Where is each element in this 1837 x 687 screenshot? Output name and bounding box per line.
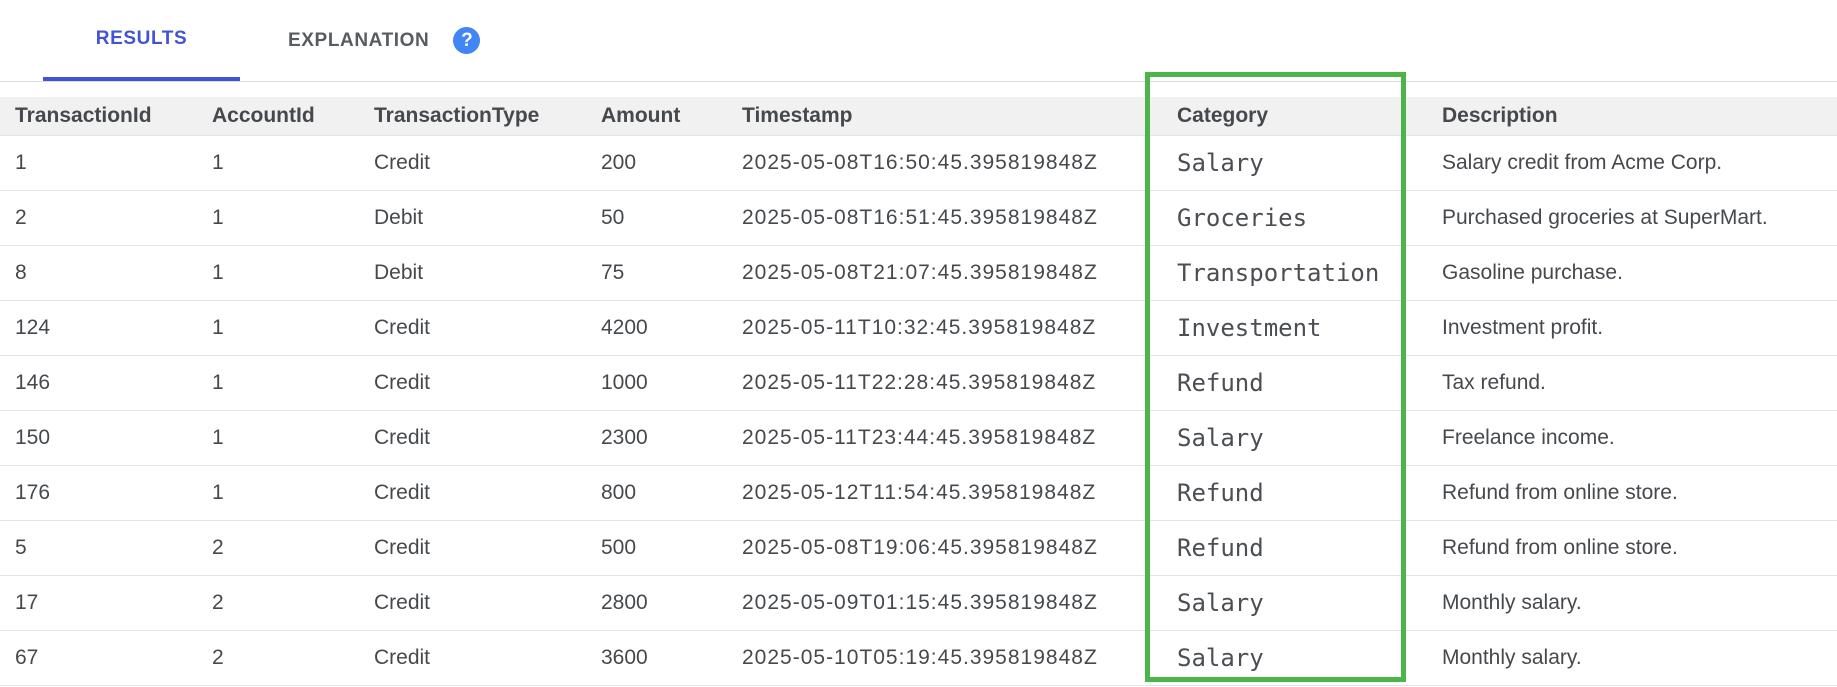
cell-transactionId: 124 <box>0 316 198 340</box>
cell-description: Salary credit from Acme Corp. <box>1405 151 1837 175</box>
cell-transactionId: 2 <box>0 206 198 230</box>
table-body: 11Credit2002025-05-08T16:50:45.395819848… <box>0 136 1837 686</box>
cell-transactionType: Credit <box>360 481 588 505</box>
cell-transactionId: 176 <box>0 481 198 505</box>
cell-description: Investment profit. <box>1405 316 1837 340</box>
tab-bar: RESULTS EXPLANATION ? <box>0 0 1837 82</box>
column-header-description: Description <box>1405 104 1837 128</box>
cell-amount: 75 <box>588 261 728 285</box>
column-header-amount: Amount <box>588 104 728 128</box>
cell-category: Investment <box>1145 314 1405 342</box>
cell-transactionType: Credit <box>360 151 588 175</box>
cell-transactionType: Credit <box>360 591 588 615</box>
cell-accountId: 2 <box>198 536 360 560</box>
cell-category: Salary <box>1145 149 1405 177</box>
cell-transactionId: 67 <box>0 646 198 670</box>
cell-amount: 200 <box>588 151 728 175</box>
cell-amount: 1000 <box>588 371 728 395</box>
cell-accountId: 1 <box>198 261 360 285</box>
cell-transactionId: 1 <box>0 151 198 175</box>
cell-category: Groceries <box>1145 204 1405 232</box>
table-row: 52Credit5002025-05-08T19:06:45.395819848… <box>0 521 1837 576</box>
column-header-timestamp: Timestamp <box>728 104 1145 128</box>
column-header-category: Category <box>1145 104 1405 128</box>
cell-transactionId: 146 <box>0 371 198 395</box>
cell-transactionType: Credit <box>360 536 588 560</box>
table-row: 21Debit502025-05-08T16:51:45.395819848ZG… <box>0 191 1837 246</box>
cell-transactionId: 5 <box>0 536 198 560</box>
table-header-row: TransactionIdAccountIdTransactionTypeAmo… <box>0 97 1837 136</box>
cell-transactionType: Debit <box>360 261 588 285</box>
cell-accountId: 1 <box>198 371 360 395</box>
cell-accountId: 1 <box>198 481 360 505</box>
cell-timestamp: 2025-05-10T05:19:45.395819848Z <box>728 646 1145 670</box>
cell-accountId: 1 <box>198 206 360 230</box>
table-row: 11Credit2002025-05-08T16:50:45.395819848… <box>0 136 1837 191</box>
cell-description: Freelance income. <box>1405 426 1837 450</box>
table-row: 1501Credit23002025-05-11T23:44:45.395819… <box>0 411 1837 466</box>
table-row: 172Credit28002025-05-09T01:15:45.3958198… <box>0 576 1837 631</box>
cell-category: Transportation <box>1145 259 1405 287</box>
cell-transactionType: Credit <box>360 371 588 395</box>
tab-explanation[interactable]: EXPLANATION ? <box>288 0 480 81</box>
cell-amount: 4200 <box>588 316 728 340</box>
cell-transactionType: Credit <box>360 646 588 670</box>
results-table: TransactionIdAccountIdTransactionTypeAmo… <box>0 97 1837 686</box>
cell-accountId: 2 <box>198 646 360 670</box>
cell-timestamp: 2025-05-08T19:06:45.395819848Z <box>728 536 1145 560</box>
cell-accountId: 1 <box>198 316 360 340</box>
cell-description: Refund from online store. <box>1405 536 1837 560</box>
cell-transactionId: 8 <box>0 261 198 285</box>
cell-description: Purchased groceries at SuperMart. <box>1405 206 1837 230</box>
tabbar-table-spacer <box>0 82 1837 97</box>
cell-description: Monthly salary. <box>1405 591 1837 615</box>
cell-description: Refund from online store. <box>1405 481 1837 505</box>
cell-timestamp: 2025-05-11T23:44:45.395819848Z <box>728 426 1145 450</box>
cell-category: Salary <box>1145 644 1405 672</box>
cell-category: Refund <box>1145 534 1405 562</box>
table-row: 1761Credit8002025-05-12T11:54:45.3958198… <box>0 466 1837 521</box>
cell-amount: 2800 <box>588 591 728 615</box>
query-results-panel: RESULTS EXPLANATION ? TransactionIdAccou… <box>0 0 1837 687</box>
tab-results[interactable]: RESULTS <box>43 0 240 81</box>
cell-accountId: 2 <box>198 591 360 615</box>
cell-description: Gasoline purchase. <box>1405 261 1837 285</box>
column-header-transactiontype: TransactionType <box>360 104 588 128</box>
cell-amount: 800 <box>588 481 728 505</box>
cell-timestamp: 2025-05-08T21:07:45.395819848Z <box>728 261 1145 285</box>
cell-timestamp: 2025-05-08T16:50:45.395819848Z <box>728 151 1145 175</box>
cell-category: Refund <box>1145 369 1405 397</box>
column-header-accountid: AccountId <box>198 104 360 128</box>
cell-amount: 2300 <box>588 426 728 450</box>
cell-accountId: 1 <box>198 426 360 450</box>
cell-timestamp: 2025-05-12T11:54:45.395819848Z <box>728 481 1145 505</box>
cell-timestamp: 2025-05-11T22:28:45.395819848Z <box>728 371 1145 395</box>
cell-transactionType: Debit <box>360 206 588 230</box>
cell-category: Salary <box>1145 589 1405 617</box>
cell-transactionType: Credit <box>360 316 588 340</box>
cell-category: Salary <box>1145 424 1405 452</box>
table-row: 81Debit752025-05-08T21:07:45.395819848ZT… <box>0 246 1837 301</box>
column-header-transactionid: TransactionId <box>0 104 198 128</box>
cell-description: Tax refund. <box>1405 371 1837 395</box>
cell-description: Monthly salary. <box>1405 646 1837 670</box>
help-icon[interactable]: ? <box>453 27 480 54</box>
tab-explanation-label: EXPLANATION <box>288 30 429 52</box>
cell-timestamp: 2025-05-09T01:15:45.395819848Z <box>728 591 1145 615</box>
table-row: 1241Credit42002025-05-11T10:32:45.395819… <box>0 301 1837 356</box>
table-row: 1461Credit10002025-05-11T22:28:45.395819… <box>0 356 1837 411</box>
cell-timestamp: 2025-05-11T10:32:45.395819848Z <box>728 316 1145 340</box>
cell-amount: 3600 <box>588 646 728 670</box>
cell-transactionType: Credit <box>360 426 588 450</box>
cell-amount: 500 <box>588 536 728 560</box>
cell-transactionId: 17 <box>0 591 198 615</box>
cell-transactionId: 150 <box>0 426 198 450</box>
cell-timestamp: 2025-05-08T16:51:45.395819848Z <box>728 206 1145 230</box>
cell-category: Refund <box>1145 479 1405 507</box>
cell-accountId: 1 <box>198 151 360 175</box>
table-row: 672Credit36002025-05-10T05:19:45.3958198… <box>0 631 1837 686</box>
cell-amount: 50 <box>588 206 728 230</box>
